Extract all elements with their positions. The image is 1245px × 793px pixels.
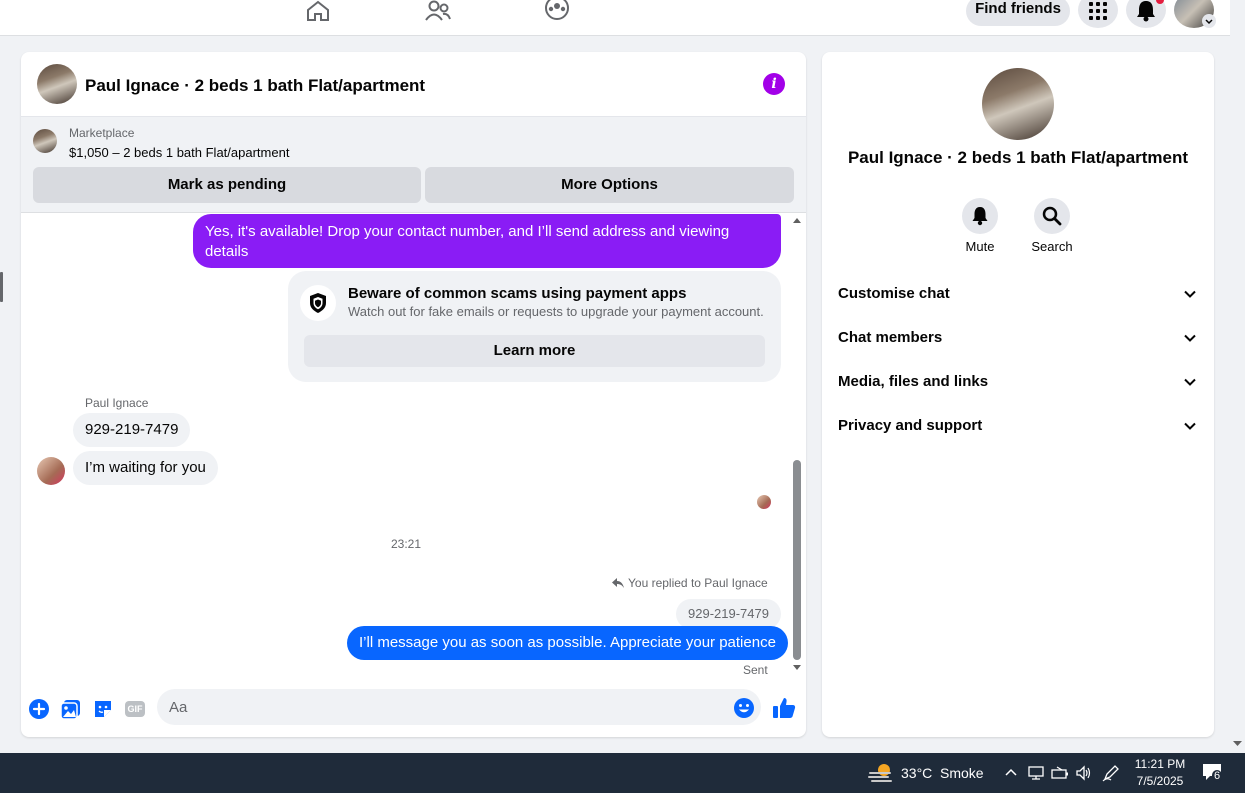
chat-members-row[interactable]: Chat members bbox=[838, 318, 1198, 358]
network-icon[interactable] bbox=[1027, 765, 1045, 781]
mark-as-pending-button[interactable]: Mark as pending bbox=[33, 167, 421, 203]
scam-warning-title: Beware of common scams using payment app… bbox=[348, 285, 687, 302]
left-edge-handle[interactable] bbox=[0, 272, 3, 302]
battery-icon[interactable] bbox=[1051, 765, 1069, 781]
scam-warning-subtitle: Watch out for fake emails or requests to… bbox=[348, 304, 764, 319]
listing-summary[interactable]: $1,050 – 2 beds 1 bath Flat/apartment bbox=[69, 145, 289, 160]
menu-row-label: Chat members bbox=[838, 329, 943, 346]
message-list: Yes, it's available! Drop your contact n… bbox=[21, 214, 806, 684]
message-status: Sent bbox=[743, 663, 768, 677]
weather-icon[interactable] bbox=[868, 761, 894, 785]
menu-row-label: Customise chat bbox=[838, 285, 950, 302]
home-icon[interactable] bbox=[305, 0, 331, 22]
learn-more-button[interactable]: Learn more bbox=[304, 335, 765, 367]
scroll-down-arrow-icon[interactable] bbox=[1230, 738, 1245, 748]
search-label: Search bbox=[1031, 239, 1073, 254]
customise-chat-row[interactable]: Customise chat bbox=[838, 274, 1198, 314]
notifications-button[interactable] bbox=[1126, 0, 1166, 28]
chevron-up-icon[interactable] bbox=[1004, 766, 1018, 780]
marketplace-label: Marketplace bbox=[69, 126, 135, 140]
privacy-support-row[interactable]: Privacy and support bbox=[838, 406, 1198, 446]
weather-temperature[interactable]: 33°C bbox=[901, 765, 932, 781]
message-composer: GIF bbox=[21, 684, 806, 737]
sticker-icon[interactable] bbox=[92, 698, 114, 720]
photo-icon[interactable] bbox=[60, 698, 82, 720]
info-icon[interactable]: i bbox=[763, 73, 785, 95]
grid-menu-icon bbox=[1089, 2, 1107, 20]
reply-arrow-icon bbox=[612, 578, 624, 588]
scroll-up-arrow-icon[interactable] bbox=[790, 216, 804, 226]
scam-warning-card: Beware of common scams using payment app… bbox=[288, 271, 781, 382]
notification-count: 6 bbox=[1212, 770, 1223, 782]
incoming-message[interactable]: I’m waiting for you bbox=[73, 451, 218, 485]
message-scrollbar[interactable] bbox=[790, 216, 804, 674]
friends-icon[interactable] bbox=[425, 0, 451, 22]
outgoing-message[interactable]: Yes, it's available! Drop your contact n… bbox=[193, 214, 781, 268]
sender-avatar[interactable] bbox=[37, 457, 65, 485]
seen-indicator-avatar bbox=[757, 495, 771, 509]
info-panel-title: Paul Ignace · 2 beds 1 bath Flat/apartme… bbox=[847, 148, 1189, 167]
listing-photo[interactable] bbox=[982, 68, 1054, 140]
notification-center-button[interactable]: 6 bbox=[1202, 763, 1226, 783]
windows-taskbar: 33°C Smoke 11:21 PM 7/5/2025 6 bbox=[0, 753, 1245, 793]
reply-indicator-text: You replied to Paul Ignace bbox=[628, 576, 768, 590]
search-button[interactable]: Search bbox=[1022, 198, 1082, 254]
menu-row-label: Privacy and support bbox=[838, 417, 983, 434]
listing-thumbnail[interactable] bbox=[37, 64, 77, 104]
clock-time: 11:21 PM bbox=[1134, 757, 1186, 771]
gif-button[interactable]: GIF bbox=[124, 698, 146, 720]
pen-icon[interactable] bbox=[1102, 764, 1120, 782]
weather-description[interactable]: Smoke bbox=[940, 765, 984, 781]
mute-label: Mute bbox=[965, 239, 995, 254]
message-timestamp: 23:21 bbox=[390, 537, 422, 551]
menu-row-label: Media, files and links bbox=[838, 373, 989, 390]
search-icon bbox=[1034, 198, 1070, 234]
find-friends-button[interactable]: Find friends bbox=[966, 0, 1070, 26]
outgoing-message[interactable]: I’ll message you as soon as possible. Ap… bbox=[347, 626, 788, 660]
chat-header: Paul Ignace · 2 beds 1 bath Flat/apartme… bbox=[21, 52, 806, 117]
profile-avatar[interactable] bbox=[1174, 0, 1216, 28]
chevron-down-icon bbox=[1184, 422, 1196, 430]
page-scrollbar[interactable] bbox=[1230, 0, 1245, 753]
chat-window: Paul Ignace · 2 beds 1 bath Flat/apartme… bbox=[21, 52, 806, 737]
shield-icon bbox=[300, 285, 336, 321]
clock-date: 7/5/2025 bbox=[1136, 774, 1184, 788]
groups-icon[interactable] bbox=[544, 0, 570, 22]
chevron-down-icon bbox=[1184, 334, 1196, 342]
message-input[interactable] bbox=[157, 689, 761, 725]
quoted-message[interactable]: 929-219-7479 bbox=[676, 599, 781, 629]
chevron-down-icon bbox=[1184, 290, 1196, 298]
menu-button[interactable] bbox=[1078, 0, 1118, 28]
scroll-thumb[interactable] bbox=[793, 460, 801, 660]
top-navigation-bar: Find friends bbox=[0, 0, 1230, 36]
chevron-down-icon bbox=[1184, 378, 1196, 386]
incoming-message[interactable]: 929-219-7479 bbox=[73, 413, 191, 447]
bell-icon bbox=[962, 198, 998, 234]
reply-indicator: You replied to Paul Ignace bbox=[611, 576, 768, 590]
scroll-down-arrow-icon[interactable] bbox=[790, 662, 804, 672]
system-clock[interactable]: 11:21 PM 7/5/2025 bbox=[1130, 756, 1190, 790]
sender-name: Paul Ignace bbox=[85, 396, 149, 410]
plus-icon[interactable] bbox=[28, 698, 50, 720]
bell-icon bbox=[1137, 0, 1164, 22]
chat-title[interactable]: Paul Ignace · 2 beds 1 bath Flat/apartme… bbox=[85, 76, 425, 96]
thumbs-up-icon[interactable] bbox=[772, 696, 796, 720]
conversation-info-panel: Paul Ignace · 2 beds 1 bath Flat/apartme… bbox=[822, 52, 1214, 737]
marketplace-banner: Marketplace $1,050 – 2 beds 1 bath Flat/… bbox=[21, 117, 806, 213]
media-files-links-row[interactable]: Media, files and links bbox=[838, 362, 1198, 402]
listing-small-thumbnail[interactable] bbox=[33, 129, 57, 153]
mute-button[interactable]: Mute bbox=[950, 198, 1010, 254]
more-options-button[interactable]: More Options bbox=[425, 167, 794, 203]
gif-label: GIF bbox=[127, 704, 143, 714]
chevron-down-icon bbox=[1202, 14, 1216, 28]
volume-icon[interactable] bbox=[1075, 765, 1093, 781]
emoji-icon[interactable] bbox=[733, 697, 755, 719]
